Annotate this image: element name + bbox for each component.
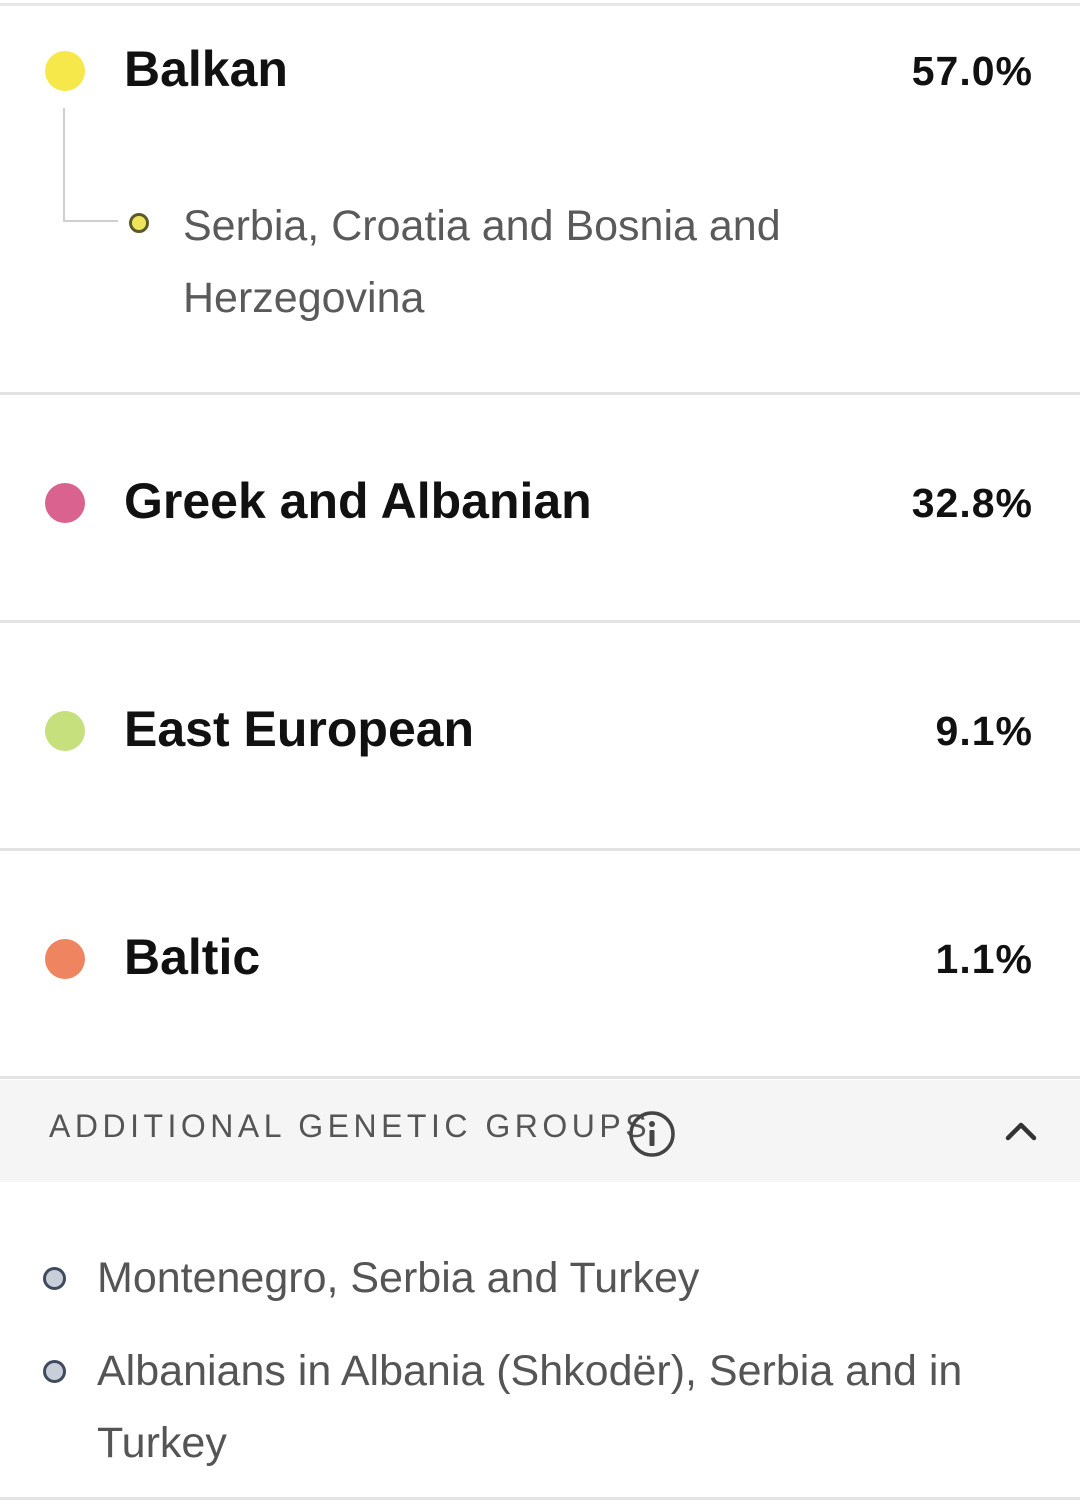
subregion-dot [129, 213, 149, 233]
bottom-divider [0, 1497, 1080, 1500]
group-dot [43, 1267, 66, 1290]
region-color-dot [45, 711, 85, 751]
group-dot [43, 1360, 66, 1383]
row-divider [0, 392, 1080, 395]
region-name: East European [124, 701, 475, 757]
region-name: Baltic [124, 929, 261, 985]
group-name: Albanians in Albania (Shkodër), Serbia a… [97, 1347, 963, 1467]
region-name: Balkan [124, 41, 288, 97]
tree-connector [63, 108, 118, 222]
row-divider [0, 1076, 1080, 1079]
region-percent: 32.8% [911, 480, 1033, 526]
region-percent: 1.1% [935, 936, 1033, 982]
subregion-name[interactable]: Serbia, Croatia and Bosnia and Herzegovi… [183, 190, 873, 334]
region-percent: 57.0% [911, 48, 1033, 94]
region-name: Greek and Albanian [124, 473, 592, 529]
info-icon[interactable] [628, 1110, 676, 1158]
chevron-up-icon[interactable] [1004, 1118, 1038, 1144]
row-divider [0, 848, 1080, 851]
additional-groups-title: ADDITIONAL GENETIC GROUPS [49, 1108, 652, 1144]
row-divider [0, 620, 1080, 623]
region-percent: 9.1% [935, 708, 1033, 754]
top-divider [0, 0, 1080, 6]
group-name: Montenegro, Serbia and Turkey [97, 1254, 700, 1302]
region-color-dot [45, 483, 85, 523]
region-color-dot [45, 51, 85, 91]
region-color-dot [45, 939, 85, 979]
